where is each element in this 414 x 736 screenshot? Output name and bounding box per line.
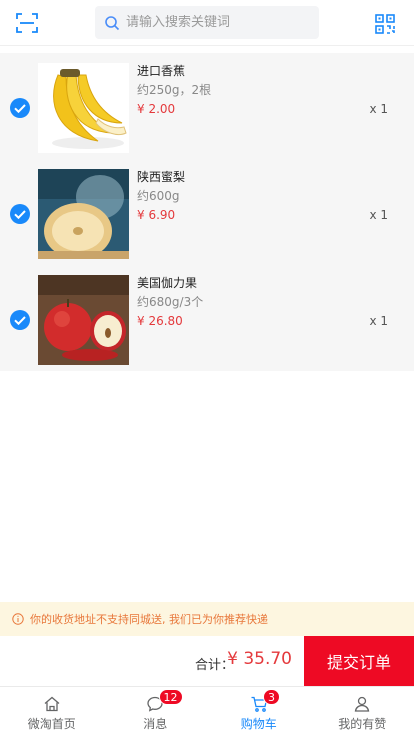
tab-label: 购物车 xyxy=(240,717,277,731)
checked-circle-icon[interactable] xyxy=(9,203,31,225)
messages-badge: 12 xyxy=(158,689,183,705)
checked-circle-icon[interactable] xyxy=(9,97,31,119)
tab-messages[interactable]: 12 消息 xyxy=(104,687,208,736)
product-quantity: x 1 xyxy=(369,102,388,116)
tab-label: 消息 xyxy=(143,717,168,731)
search-icon xyxy=(105,15,120,30)
notice-text: 你的收货地址不支持同城送, 我们已为你推荐快递 xyxy=(30,613,268,626)
tab-home[interactable]: 微淘首页 xyxy=(0,687,104,736)
search-input[interactable] xyxy=(126,15,316,30)
info-icon xyxy=(12,613,24,625)
product-spec: 约250g，2根 xyxy=(137,83,212,97)
product-image-pear[interactable] xyxy=(38,169,129,259)
product-spec: 约680g/3个 xyxy=(137,295,204,309)
product-price: ¥ 2.00 xyxy=(137,102,176,116)
cart-item[interactable]: 陕西蜜梨 约600g ¥ 6.90 x 1 xyxy=(0,159,414,265)
cart-item[interactable]: 进口香蕉 约250g，2根 ¥ 2.00 x 1 xyxy=(0,53,414,159)
tab-label: 我的有赞 xyxy=(338,717,387,731)
product-info: 进口香蕉 约250g，2根 ¥ 2.00 xyxy=(137,63,211,117)
cart-item[interactable]: 美国伽力果 约680g/3个 ¥ 26.80 x 1 xyxy=(0,265,414,371)
product-price: ¥ 6.90 xyxy=(137,208,176,222)
home-icon xyxy=(44,696,60,712)
product-image-apple[interactable] xyxy=(38,275,129,365)
tab-label: 微淘首页 xyxy=(27,717,76,731)
scan-icon[interactable] xyxy=(16,12,38,34)
product-info: 美国伽力果 约680g/3个 ¥ 26.80 xyxy=(137,275,203,329)
product-info: 陕西蜜梨 约600g ¥ 6.90 xyxy=(137,169,185,223)
product-price: ¥ 26.80 xyxy=(137,314,183,328)
submit-order-button[interactable]: 提交订单 xyxy=(304,636,414,686)
total-amount: ¥ 35.70 xyxy=(227,649,292,669)
search-bar[interactable] xyxy=(95,6,319,39)
bottom-tabbar: 微淘首页 12 消息 3 购物车 我的有赞 xyxy=(0,686,414,736)
product-name: 进口香蕉 xyxy=(137,64,186,78)
submit-bar: 合计： ¥ 35.70 提交订单 xyxy=(0,636,414,686)
cart-list: 进口香蕉 约250g，2根 ¥ 2.00 x 1 陕西蜜梨 约600g ¥ 6.… xyxy=(0,53,414,371)
tab-profile[interactable]: 我的有赞 xyxy=(311,687,414,736)
product-quantity: x 1 xyxy=(369,314,388,328)
qrcode-icon[interactable] xyxy=(375,14,395,34)
tab-cart[interactable]: 3 购物车 xyxy=(207,687,311,736)
user-icon xyxy=(355,696,370,712)
delivery-notice-bar: 你的收货地址不支持同城送, 我们已为你推荐快递 xyxy=(0,602,414,636)
product-quantity: x 1 xyxy=(369,208,388,222)
product-spec: 约600g xyxy=(137,189,180,203)
cart-badge: 3 xyxy=(263,689,280,705)
top-header xyxy=(0,0,414,46)
product-image-banana[interactable] xyxy=(38,63,129,153)
checked-circle-icon[interactable] xyxy=(9,309,31,331)
product-name: 陕西蜜梨 xyxy=(137,170,186,184)
product-name: 美国伽力果 xyxy=(137,276,198,290)
